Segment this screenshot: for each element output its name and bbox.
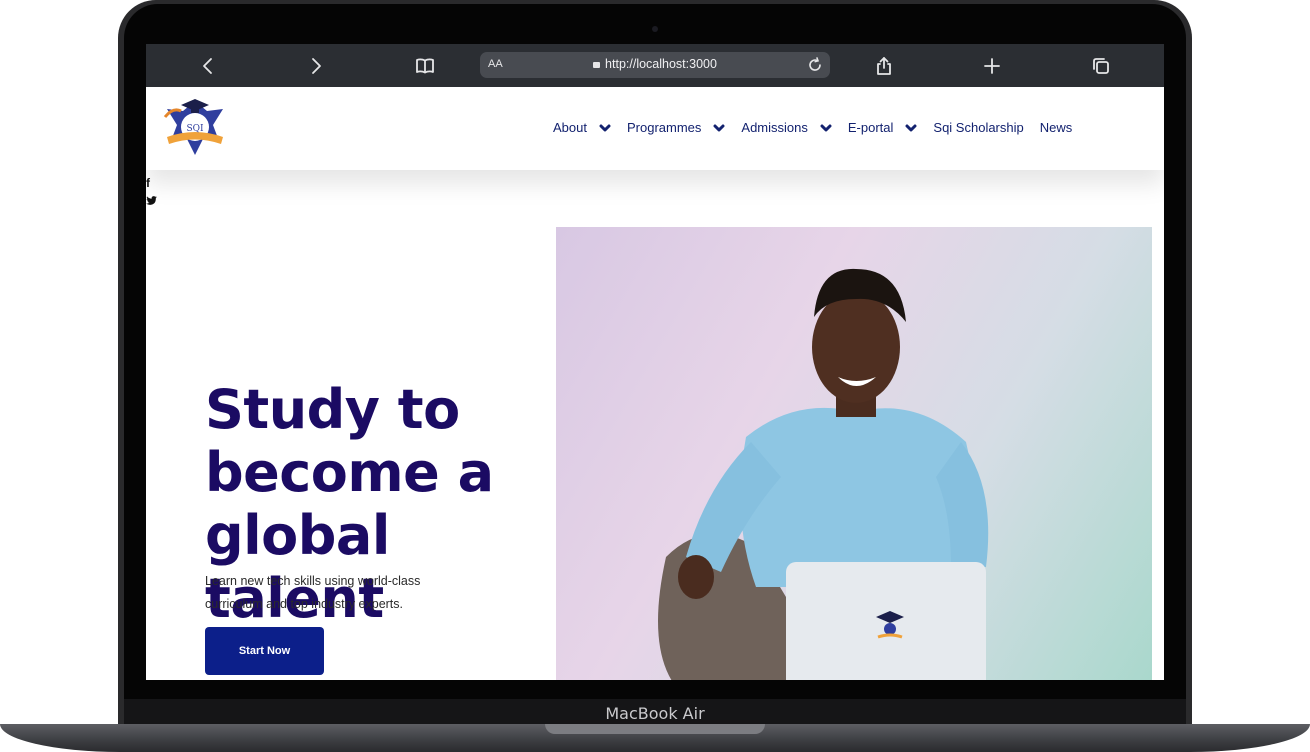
nav-scholarship-label: Sqi Scholarship: [933, 120, 1024, 135]
nav-about-label: About: [553, 120, 587, 135]
forward-icon[interactable]: [304, 54, 328, 78]
share-icon[interactable]: [872, 54, 896, 78]
lock-icon: [593, 62, 601, 68]
hero-subtitle: Learn new tech skills using world-class …: [205, 574, 421, 611]
nav-programmes[interactable]: Programmes: [627, 120, 725, 135]
nav-admissions-label: Admissions: [741, 120, 808, 135]
tabs-icon[interactable]: [1089, 54, 1113, 78]
screen: AA http://localhost:3000 SQI About Progr…: [146, 44, 1164, 680]
new-tab-icon[interactable]: [980, 54, 1004, 78]
main-nav: About Programmes Admissions E-portal Sqi…: [553, 120, 1088, 135]
nav-news[interactable]: News: [1040, 120, 1073, 135]
social-links: f: [146, 174, 157, 210]
webcam: [652, 26, 658, 32]
svg-text:SQI: SQI: [186, 124, 204, 134]
site-header: SQI About Programmes Admissions E-portal…: [146, 87, 1164, 170]
sqi-logo[interactable]: SQI: [163, 97, 227, 159]
chevron-down-icon[interactable]: [599, 122, 611, 134]
facebook-icon[interactable]: f: [146, 174, 157, 192]
nav-about[interactable]: About: [553, 120, 611, 135]
bookmarks-icon[interactable]: [413, 54, 437, 78]
nav-eportal-label: E-portal: [847, 120, 894, 135]
address-bar[interactable]: AA http://localhost:3000: [480, 52, 830, 78]
nav-scholarship[interactable]: Sqi Scholarship: [933, 120, 1023, 135]
chevron-down-icon[interactable]: [820, 122, 832, 134]
url-text: http://localhost:3000: [605, 57, 717, 71]
reload-icon[interactable]: [806, 56, 824, 74]
nav-admissions[interactable]: Admissions: [741, 120, 832, 135]
chevron-down-icon[interactable]: [713, 122, 725, 134]
nav-programmes-label: Programmes: [626, 120, 702, 135]
hero-title-line-2: become a: [205, 441, 494, 504]
hero-title-line-1: Study to: [205, 378, 460, 441]
nav-eportal[interactable]: E-portal: [848, 120, 918, 135]
nav-news-label: News: [1039, 120, 1073, 135]
laptop-notch: [545, 724, 765, 734]
start-now-button[interactable]: Start Now: [205, 627, 324, 675]
back-icon[interactable]: [196, 54, 220, 78]
chevron-down-icon[interactable]: [905, 122, 917, 134]
browser-toolbar: AA http://localhost:3000: [146, 44, 1164, 87]
device-label: MacBook Air: [605, 704, 705, 723]
hero-photo: [556, 227, 1152, 680]
twitter-icon[interactable]: [146, 192, 157, 210]
